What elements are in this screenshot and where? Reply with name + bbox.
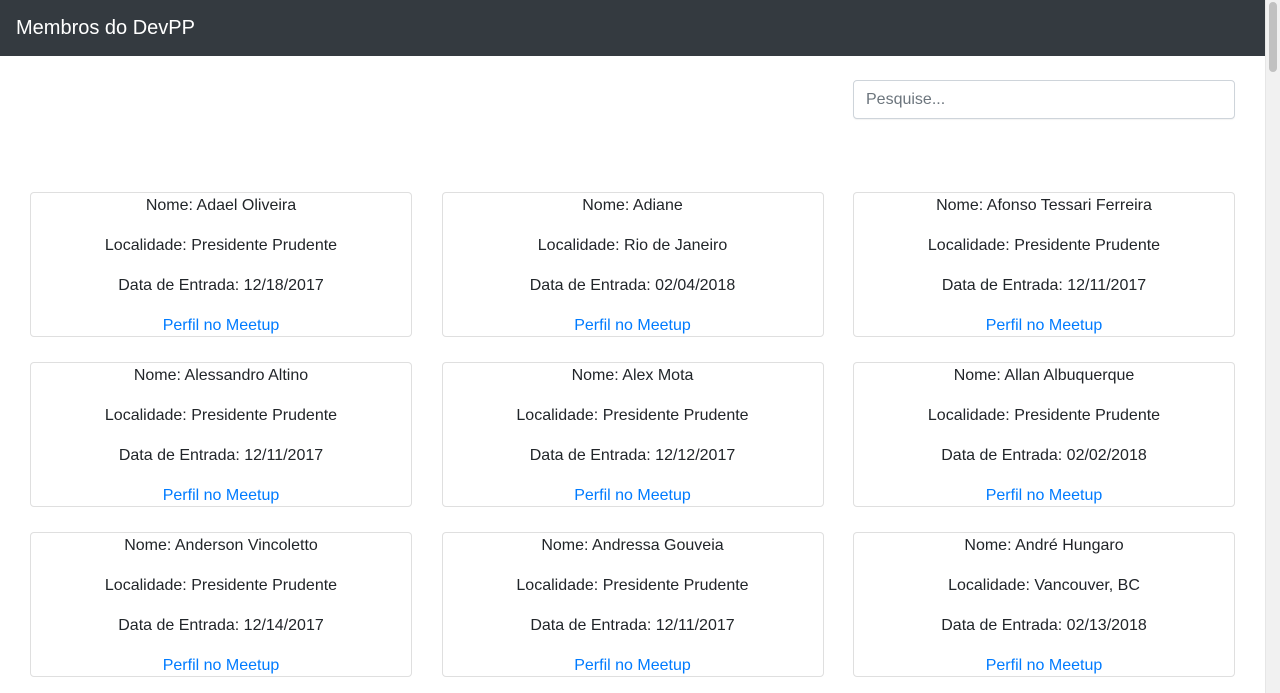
member-join-date: Data de Entrada: 02/13/2018 [941, 617, 1147, 634]
member-join-date: Data de Entrada: 12/14/2017 [118, 617, 324, 634]
meetup-profile-link[interactable]: Perfil no Meetup [986, 317, 1103, 334]
meetup-profile-link[interactable]: Perfil no Meetup [163, 657, 280, 674]
member-location: Localidade: Presidente Prudente [516, 407, 749, 424]
member-name: Nome: Adiane [582, 197, 683, 214]
member-join-date: Data de Entrada: 02/02/2018 [941, 447, 1147, 464]
member-name: Nome: André Hungaro [964, 537, 1124, 554]
member-location: Localidade: Presidente Prudente [104, 407, 338, 424]
member-card: Nome: André Hungaro Localidade: Vancouve… [853, 532, 1235, 677]
member-name: Nome: Allan Albuquerque [953, 367, 1135, 384]
member-join-date: Data de Entrada: 12/12/2017 [529, 447, 736, 464]
meetup-profile-link[interactable]: Perfil no Meetup [163, 317, 280, 334]
member-card: Nome: Adiane Localidade: Rio de Janeiro … [441, 192, 824, 337]
member-name: Nome: Afonso Tessari Ferreira [936, 197, 1152, 214]
member-location: Localidade: Presidente Prudente [927, 407, 1161, 424]
member-join-date: Data de Entrada: 12/11/2017 [118, 447, 324, 464]
member-card: Nome: Alessandro Altino Localidade: Pres… [30, 362, 412, 507]
member-name: Nome: Anderson Vincoletto [124, 537, 318, 554]
meetup-profile-link[interactable]: Perfil no Meetup [986, 657, 1103, 674]
search-input[interactable] [853, 80, 1235, 119]
member-card: Nome: Alex Mota Localidade: Presidente P… [441, 362, 824, 507]
meetup-profile-link[interactable]: Perfil no Meetup [574, 657, 691, 674]
member-location: Localidade: Rio de Janeiro [537, 237, 728, 254]
member-name: Nome: Andressa Gouveia [541, 537, 724, 554]
vertical-scrollbar[interactable] [1265, 0, 1280, 693]
scrollbar-thumb[interactable] [1269, 2, 1277, 72]
member-name: Nome: Alex Mota [571, 367, 694, 384]
top-navbar: Membros do DevPP [0, 0, 1265, 56]
member-location: Localidade: Presidente Prudente [927, 237, 1161, 254]
member-card: Nome: Andressa Gouveia Localidade: Presi… [441, 532, 824, 677]
members-grid: Nome: Adael Oliveira Localidade: Preside… [30, 192, 1235, 677]
meetup-profile-link[interactable]: Perfil no Meetup [163, 487, 280, 504]
member-join-date: Data de Entrada: 12/18/2017 [118, 277, 324, 294]
member-card: Nome: Adael Oliveira Localidade: Preside… [30, 192, 412, 337]
member-name: Nome: Adael Oliveira [145, 197, 297, 214]
meetup-profile-link[interactable]: Perfil no Meetup [574, 487, 691, 504]
navbar-brand[interactable]: Membros do DevPP [16, 18, 195, 38]
member-join-date: Data de Entrada: 12/11/2017 [530, 617, 735, 634]
member-location: Localidade: Presidente Prudente [104, 577, 338, 594]
member-card: Nome: Afonso Tessari Ferreira Localidade… [853, 192, 1235, 337]
member-join-date: Data de Entrada: 12/11/2017 [941, 277, 1147, 294]
member-location: Localidade: Presidente Prudente [516, 577, 749, 594]
member-join-date: Data de Entrada: 02/04/2018 [529, 277, 736, 294]
member-name: Nome: Alessandro Altino [133, 367, 309, 384]
member-location: Localidade: Vancouver, BC [948, 577, 1140, 594]
member-location: Localidade: Presidente Prudente [104, 237, 338, 254]
meetup-profile-link[interactable]: Perfil no Meetup [986, 487, 1103, 504]
meetup-profile-link[interactable]: Perfil no Meetup [574, 317, 691, 334]
member-card: Nome: Anderson Vincoletto Localidade: Pr… [30, 532, 412, 677]
member-card: Nome: Allan Albuquerque Localidade: Pres… [853, 362, 1235, 507]
